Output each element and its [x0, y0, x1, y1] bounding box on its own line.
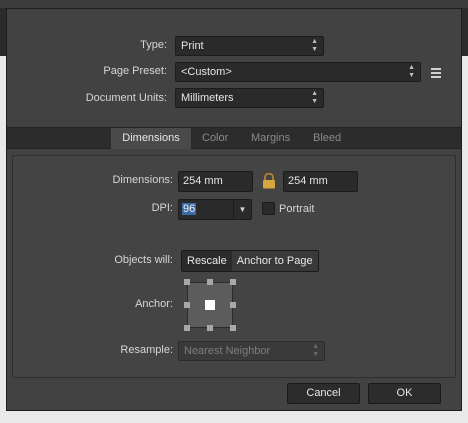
portrait-label: Portrait	[279, 203, 315, 215]
objects-will-segmented: Rescale Anchor to Page	[181, 250, 319, 272]
type-select[interactable]: Print ▲ ▼	[175, 36, 324, 56]
dpi-field[interactable]: 96	[178, 199, 234, 220]
chevron-updown-icon: ▲ ▼	[312, 343, 319, 358]
type-label: Type:	[140, 39, 167, 51]
type-value: Print	[181, 40, 204, 52]
document-units-value: Millimeters	[181, 92, 234, 104]
anchor-handle-middle-left[interactable]	[184, 302, 190, 308]
resample-value: Nearest Neighbor	[184, 345, 271, 357]
tab-bleed[interactable]: Bleed	[313, 128, 341, 149]
page-preset-select[interactable]: <Custom> ▲ ▼	[175, 62, 421, 82]
tab-bar: Dimensions Color Margins Bleed	[7, 127, 461, 149]
anchor-handle-top-left[interactable]	[184, 279, 190, 285]
rescale-option[interactable]: Rescale	[182, 251, 232, 271]
window-edge	[0, 0, 468, 8]
anchor-handle-top-center[interactable]	[207, 279, 213, 285]
anchor-handle-bottom-center[interactable]	[207, 325, 213, 331]
anchor-handle-bottom-left[interactable]	[184, 325, 190, 331]
dpi-combo[interactable]: 96 ▼	[178, 199, 252, 220]
objects-will-label: Objects will:	[114, 254, 173, 266]
page-preset-label: Page Preset:	[103, 65, 167, 77]
document-setup-dialog: Type: Print ▲ ▼ Page Preset: <Custom> ▲ ▼ …	[6, 8, 462, 411]
resample-select[interactable]: Nearest Neighbor ▲ ▼	[178, 341, 325, 361]
portrait-checkbox[interactable]	[262, 202, 275, 215]
lock-icon[interactable]	[262, 173, 276, 189]
dpi-value: 96	[182, 203, 197, 215]
width-field[interactable]: 254 mm	[178, 171, 253, 192]
dpi-label: DPI:	[151, 202, 173, 214]
dimensions-panel: Dimensions: 254 mm 254 mm DPI: 96 ▼ Port…	[12, 155, 456, 378]
tab-margins[interactable]: Margins	[251, 128, 290, 149]
page-preset-value: <Custom>	[181, 66, 232, 78]
preset-menu-icon[interactable]	[431, 68, 445, 78]
dimensions-label: Dimensions:	[112, 174, 173, 186]
dropdown-arrow-icon[interactable]: ▼	[234, 199, 252, 220]
anchor-handle-bottom-right[interactable]	[230, 325, 236, 331]
tab-color[interactable]: Color	[202, 128, 228, 149]
tab-dimensions[interactable]: Dimensions	[111, 128, 191, 149]
chevron-updown-icon: ▲ ▼	[408, 64, 415, 79]
height-field[interactable]: 254 mm	[283, 171, 358, 192]
chevron-updown-icon: ▲ ▼	[311, 38, 318, 53]
anchor-handle-center[interactable]	[205, 300, 215, 310]
resample-label: Resample:	[120, 344, 173, 356]
anchor-handle-middle-right[interactable]	[230, 302, 236, 308]
document-units-select[interactable]: Millimeters ▲ ▼	[175, 88, 324, 108]
anchor-label: Anchor:	[135, 298, 173, 310]
anchor-handle-top-right[interactable]	[230, 279, 236, 285]
chevron-updown-icon: ▲ ▼	[311, 90, 318, 105]
cancel-button[interactable]: Cancel	[287, 383, 360, 404]
ok-button[interactable]: OK	[368, 383, 441, 404]
anchor-to-page-option[interactable]: Anchor to Page	[231, 251, 318, 271]
document-units-label: Document Units:	[85, 92, 167, 104]
